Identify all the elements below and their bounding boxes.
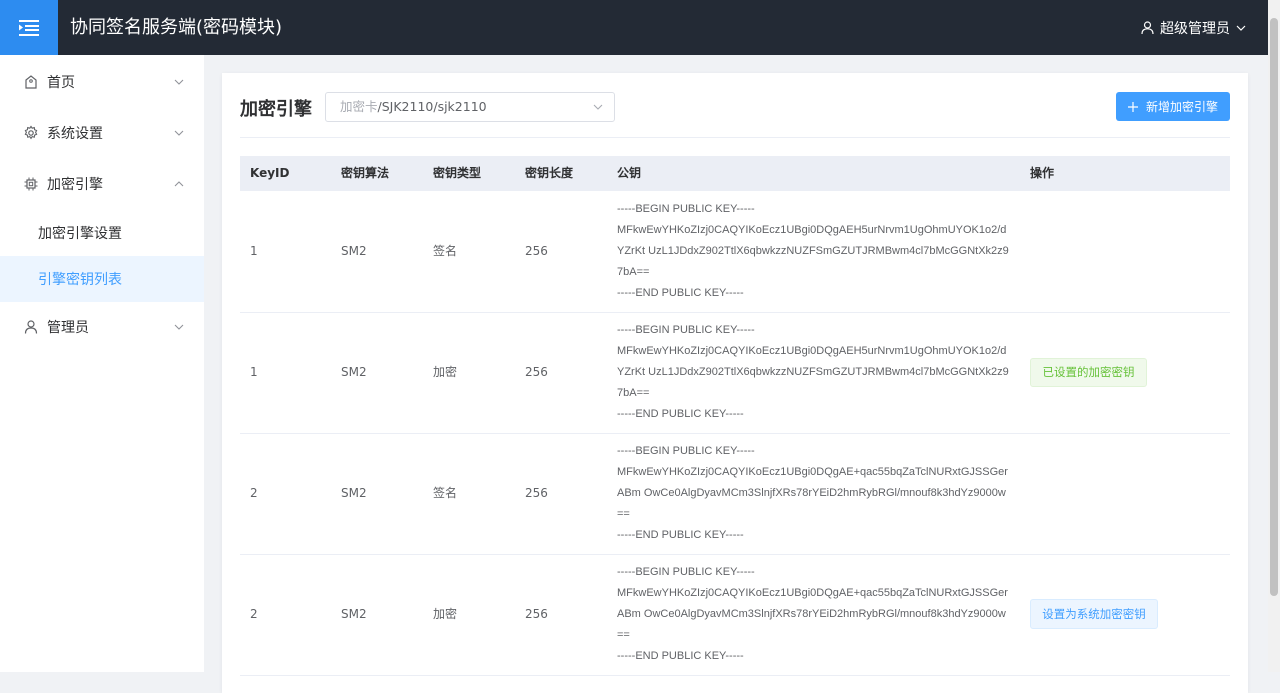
user-name: 超级管理员 <box>1160 20 1230 37</box>
public-key-line: -----END PUBLIC KEY----- <box>617 287 744 299</box>
public-key-line: -----BEGIN PUBLIC KEY----- <box>617 566 755 578</box>
divider <box>240 137 1230 138</box>
key-length-cell: 256 <box>525 244 548 258</box>
column-header: 密钥类型 <box>433 166 482 180</box>
chip-icon <box>24 177 38 191</box>
plus-icon <box>1127 101 1138 112</box>
key-type-cell: 签名 <box>433 244 458 258</box>
table-row: 2 SM2 加密 256 -----BEGIN PUBLIC KEY----- … <box>240 554 1230 676</box>
public-key-line: 7bA== <box>617 266 650 278</box>
key-length-cell: 256 <box>525 365 548 379</box>
public-key-line: MFkwEwYHKoZIzj0CAQYIKoEcz1UBgi0DQgAEH5ur… <box>617 224 1007 236</box>
menu-fold-icon <box>19 19 39 36</box>
table-row: 1 SM2 加密 256 -----BEGIN PUBLIC KEY----- … <box>240 312 1230 434</box>
public-key-line: YZrKt UzL1JDdxZ902TtlX6qbwkzzNUZFSmGZUTJ… <box>617 245 1009 257</box>
sidebar-subitem-label: 加密引擎设置 <box>38 226 122 242</box>
home-icon <box>25 75 37 89</box>
chevron-down-icon <box>174 130 184 136</box>
sidebar-subitem-engine-key-list[interactable]: 引擎密钥列表 <box>0 256 204 302</box>
keyid-cell: 2 <box>250 486 258 500</box>
public-key-line: ABm OwCe0AlgDyavMCm3SlnjfXRs78rYEiD2hmRy… <box>617 608 1006 620</box>
page-scrollbar[interactable] <box>1268 0 1280 672</box>
set-system-encryption-key-button[interactable]: 设置为系统加密密钥 <box>1030 599 1158 629</box>
algorithm-cell: SM2 <box>341 486 367 500</box>
column-header: KeyID <box>250 166 290 180</box>
user-icon <box>24 320 38 334</box>
public-key-line: YZrKt UzL1JDdxZ902TtlX6qbwkzzNUZFSmGZUTJ… <box>617 366 1009 378</box>
algorithm-cell: SM2 <box>341 244 367 258</box>
chevron-down-icon <box>1236 25 1246 31</box>
user-icon <box>1141 20 1154 34</box>
sidebar-subitem-engine-settings[interactable]: 加密引擎设置 <box>0 210 204 256</box>
sidebar-subitem-label: 引擎密钥列表 <box>38 272 122 288</box>
sidebar-item-settings[interactable]: 系统设置 <box>0 108 204 158</box>
public-key-line: MFkwEwYHKoZIzj0CAQYIKoEcz1UBgi0DQgAE+qac… <box>617 466 1008 478</box>
chevron-down-icon <box>174 79 184 85</box>
public-key-line: MFkwEwYHKoZIzj0CAQYIKoEcz1UBgi0DQgAE+qac… <box>617 587 1008 599</box>
column-header: 公钥 <box>617 166 642 180</box>
engine-key-card: 加密引擎 加密卡/SJK2110/sjk2110 新增加密引擎 KeyID 密钥… <box>222 73 1248 693</box>
add-engine-button[interactable]: 新增加密引擎 <box>1116 92 1230 121</box>
page-title: 加密引擎 <box>240 99 312 120</box>
sidebar-item-crypto-engine[interactable]: 加密引擎 <box>0 159 204 209</box>
sidebar-item-label: 加密引擎 <box>47 177 103 193</box>
top-header: 协同签名服务端(密码模块) 超级管理员 <box>0 0 1268 55</box>
table-header: KeyID 密钥算法 密钥类型 密钥长度 公钥 操作 <box>240 156 1230 191</box>
public-key-cell: -----BEGIN PUBLIC KEY----- MFkwEwYHKoZIz… <box>617 441 1012 546</box>
sidebar-item-label: 首页 <box>47 75 75 91</box>
sidebar-item-admin[interactable]: 管理员 <box>0 302 204 352</box>
key-length-cell: 256 <box>525 607 548 621</box>
public-key-line: 7bA== <box>617 387 650 399</box>
engine-select[interactable]: 加密卡/SJK2110/sjk2110 <box>325 92 615 122</box>
add-engine-label: 新增加密引擎 <box>1145 100 1218 114</box>
key-length-cell: 256 <box>525 486 548 500</box>
keyid-cell: 2 <box>250 607 258 621</box>
table-row: 2 SM2 签名 256 -----BEGIN PUBLIC KEY----- … <box>240 433 1230 555</box>
public-key-line: -----END PUBLIC KEY----- <box>617 529 744 541</box>
algorithm-cell: SM2 <box>341 365 367 379</box>
public-key-cell: -----BEGIN PUBLIC KEY----- MFkwEwYHKoZIz… <box>617 199 1012 304</box>
chevron-down-icon <box>593 104 603 110</box>
key-type-cell: 签名 <box>433 486 458 500</box>
sidebar-item-home[interactable]: 首页 <box>0 57 204 107</box>
chevron-down-icon <box>174 324 184 330</box>
menu-toggle-button[interactable] <box>0 0 58 55</box>
public-key-line: -----BEGIN PUBLIC KEY----- <box>617 445 755 457</box>
public-key-line: -----BEGIN PUBLIC KEY----- <box>617 203 755 215</box>
sidebar-item-label: 系统设置 <box>47 126 103 142</box>
user-menu[interactable]: 超级管理员 <box>1141 0 1246 55</box>
public-key-line: -----END PUBLIC KEY----- <box>617 408 744 420</box>
sidebar-item-label: 管理员 <box>47 320 89 336</box>
public-key-cell: -----BEGIN PUBLIC KEY----- MFkwEwYHKoZIz… <box>617 320 1012 425</box>
public-key-line: -----BEGIN PUBLIC KEY----- <box>617 324 755 336</box>
sidebar: 首页 系统设置 加密引擎 加密引擎设置 引擎密钥列表 管理员 <box>0 55 204 672</box>
gear-icon <box>24 125 38 140</box>
public-key-cell: -----BEGIN PUBLIC KEY----- MFkwEwYHKoZIz… <box>617 562 1012 667</box>
chevron-up-icon <box>174 181 184 187</box>
public-key-line: == <box>617 508 630 520</box>
public-key-line: ABm OwCe0AlgDyavMCm3SlnjfXRs78rYEiD2hmRy… <box>617 487 1006 499</box>
key-type-cell: 加密 <box>433 365 458 379</box>
key-type-cell: 加密 <box>433 607 458 621</box>
public-key-line: MFkwEwYHKoZIzj0CAQYIKoEcz1UBgi0DQgAEH5ur… <box>617 345 1007 357</box>
public-key-line: -----END PUBLIC KEY----- <box>617 650 744 662</box>
table-row: 1 SM2 签名 256 -----BEGIN PUBLIC KEY----- … <box>240 191 1230 313</box>
current-encryption-key-badge: 已设置的加密密钥 <box>1030 358 1147 387</box>
scrollbar-thumb[interactable] <box>1270 18 1278 596</box>
column-header: 密钥算法 <box>341 166 390 180</box>
engine-select-prefix: 加密卡 <box>340 99 378 114</box>
column-header: 密钥长度 <box>525 166 574 180</box>
column-header: 操作 <box>1030 166 1055 180</box>
app-title: 协同签名服务端(密码模块) <box>70 17 283 38</box>
keyid-cell: 1 <box>250 244 258 258</box>
public-key-line: == <box>617 629 630 641</box>
algorithm-cell: SM2 <box>341 607 367 621</box>
engine-select-value: /SJK2110/sjk2110 <box>377 99 487 114</box>
keyid-cell: 1 <box>250 365 258 379</box>
